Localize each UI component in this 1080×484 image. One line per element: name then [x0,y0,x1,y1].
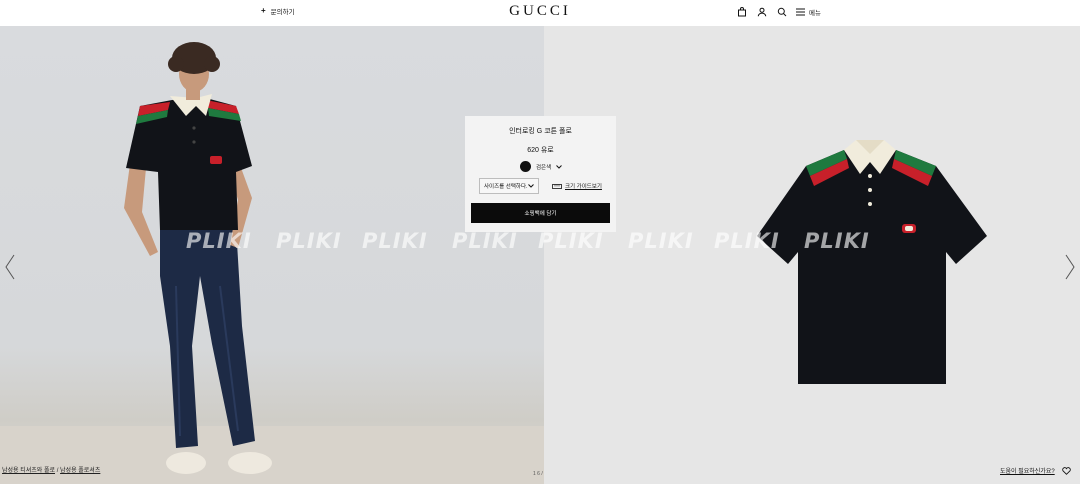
size-select-placeholder: 사이즈를 선택하다. [484,184,528,190]
prev-image-button[interactable] [4,254,16,280]
breadcrumb-separator: / [56,468,59,474]
help-section: 도움이 필요하신가요? [1000,466,1071,475]
size-select[interactable]: 사이즈를 선택하다. [479,178,539,194]
size-guide-label: 크기 가이드보기 [565,184,602,190]
color-label: 검은색 [536,164,552,171]
menu-button[interactable]: 메뉴 [796,7,821,17]
color-swatch [520,161,531,172]
color-selector[interactable]: 검은색 [520,161,563,172]
heart-icon[interactable] [1061,466,1071,475]
top-header: + 문의하기 GUCCI 메뉴 [0,0,1080,26]
header-actions: 메뉴 [736,6,821,17]
next-image-button[interactable] [1064,254,1076,280]
breadcrumb: 남성용 티셔츠와 폴로 / 남성용 폴로셔츠 [2,465,100,474]
chevron-down-icon [556,164,563,169]
gucci-logo[interactable]: GUCCI [0,3,1080,20]
breadcrumb-item[interactable]: 남성용 폴로셔츠 [60,468,100,474]
image-pager: 1 6 / [533,471,543,477]
search-icon[interactable] [776,6,787,17]
help-link[interactable]: 도움이 필요하신가요? [1000,466,1055,475]
breadcrumb-item[interactable]: 남성용 티셔츠와 폴로 [2,468,55,474]
menu-icon [796,8,805,15]
model-illustration [0,42,544,484]
model-image-panel[interactable] [0,26,544,484]
chevron-down-icon [528,184,534,188]
size-guide-link[interactable]: 크기 가이드보기 [552,182,602,190]
plus-icon: + [261,6,266,15]
polo-shirt-illustration [757,140,987,384]
ruler-icon [552,183,562,189]
contact-label: 문의하기 [270,9,295,16]
chevron-right-icon [1065,254,1075,280]
menu-label: 메뉴 [809,9,821,17]
product-title: 인터로킹 G 코튼 폴로 [509,128,572,135]
add-to-cart-button[interactable]: 쇼핑백에 담기 [471,203,610,223]
product-info-card: 인터로킹 G 코튼 폴로 620 유로 검은색 사이즈를 선택하다. 크기 가이… [465,116,616,232]
chevron-left-icon [5,254,15,280]
contact-link[interactable]: + 문의하기 [261,6,295,17]
product-image-panel[interactable] [544,26,1080,484]
product-price: 620 유로 [527,147,554,154]
shopping-bag-icon[interactable] [736,6,747,17]
user-icon[interactable] [756,6,767,17]
